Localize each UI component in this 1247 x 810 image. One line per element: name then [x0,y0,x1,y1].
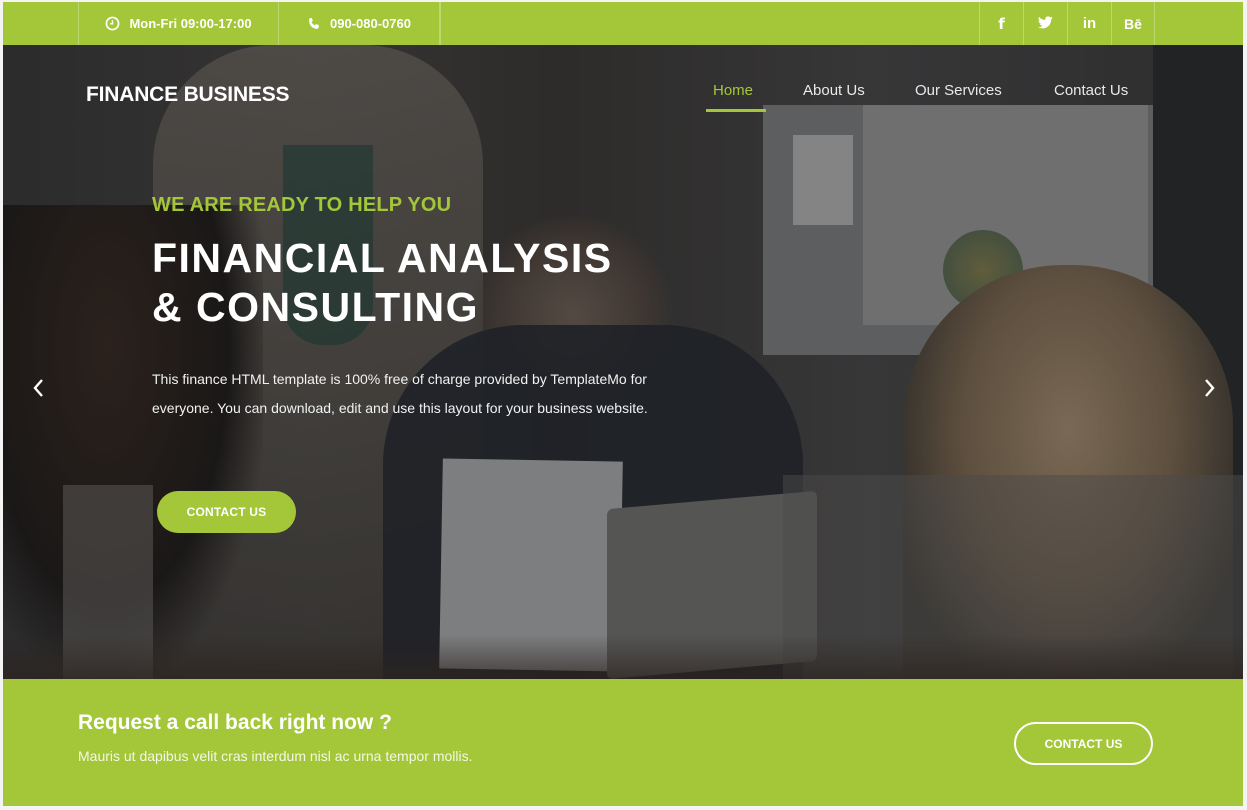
hours-text: Mon-Fri 09:00-17:00 [129,16,252,31]
behance-icon: Bē [1124,15,1142,32]
page: Mon-Fri 09:00-17:00 090-080-0760 f in Bē [3,2,1243,806]
top-bar: Mon-Fri 09:00-17:00 090-080-0760 f in Bē [3,2,1243,45]
hero-headline-line2: & CONSULTING [152,284,480,330]
twitter-link[interactable] [1023,2,1067,45]
phone-text: 090-080-0760 [330,16,411,31]
hero-headline: FINANCIAL ANALYSIS & CONSULTING [152,234,613,332]
divider [439,2,441,45]
facebook-link[interactable]: f [979,2,1023,45]
active-nav-underline [706,109,766,112]
linkedin-icon: in [1082,15,1097,32]
hours-info: Mon-Fri 09:00-17:00 [78,2,278,45]
hero-contact-button[interactable]: CONTACT US [157,491,296,533]
nav-home[interactable]: Home [713,82,753,99]
callback-contact-button[interactable]: CONTACT US [1014,722,1153,765]
behance-link[interactable]: Bē [1111,2,1155,45]
hero-slider: FINANCE BUSINESS Home About Us Our Servi… [3,45,1243,679]
slider-prev-button[interactable] [23,375,53,405]
callback-section: Request a call back right now ? Mauris u… [3,679,1243,806]
hero-overlay [3,45,1243,679]
callback-title: Request a call back right now ? [78,711,392,734]
nav-our-services[interactable]: Our Services [915,82,1002,99]
hero-eyebrow: WE ARE READY TO HELP YOU [152,194,452,216]
chevron-left-icon [32,378,44,403]
nav-contact-us[interactable]: Contact Us [1054,82,1128,99]
nav-about-us[interactable]: About Us [803,82,865,99]
chevron-right-icon [1204,378,1216,403]
facebook-icon: f [998,14,1005,33]
hero-headline-line1: FINANCIAL ANALYSIS [152,235,613,281]
site-logo[interactable]: FINANCE BUSINESS [86,83,290,107]
callback-text: Mauris ut dapibus velit cras interdum ni… [78,748,473,764]
clock-icon [105,16,120,31]
twitter-icon [1037,15,1053,32]
phone-info: 090-080-0760 [278,2,439,45]
phone-icon [307,17,321,31]
hero-description: This finance HTML template is 100% free … [152,371,648,416]
linkedin-link[interactable]: in [1067,2,1111,45]
slider-next-button[interactable] [1195,375,1225,405]
